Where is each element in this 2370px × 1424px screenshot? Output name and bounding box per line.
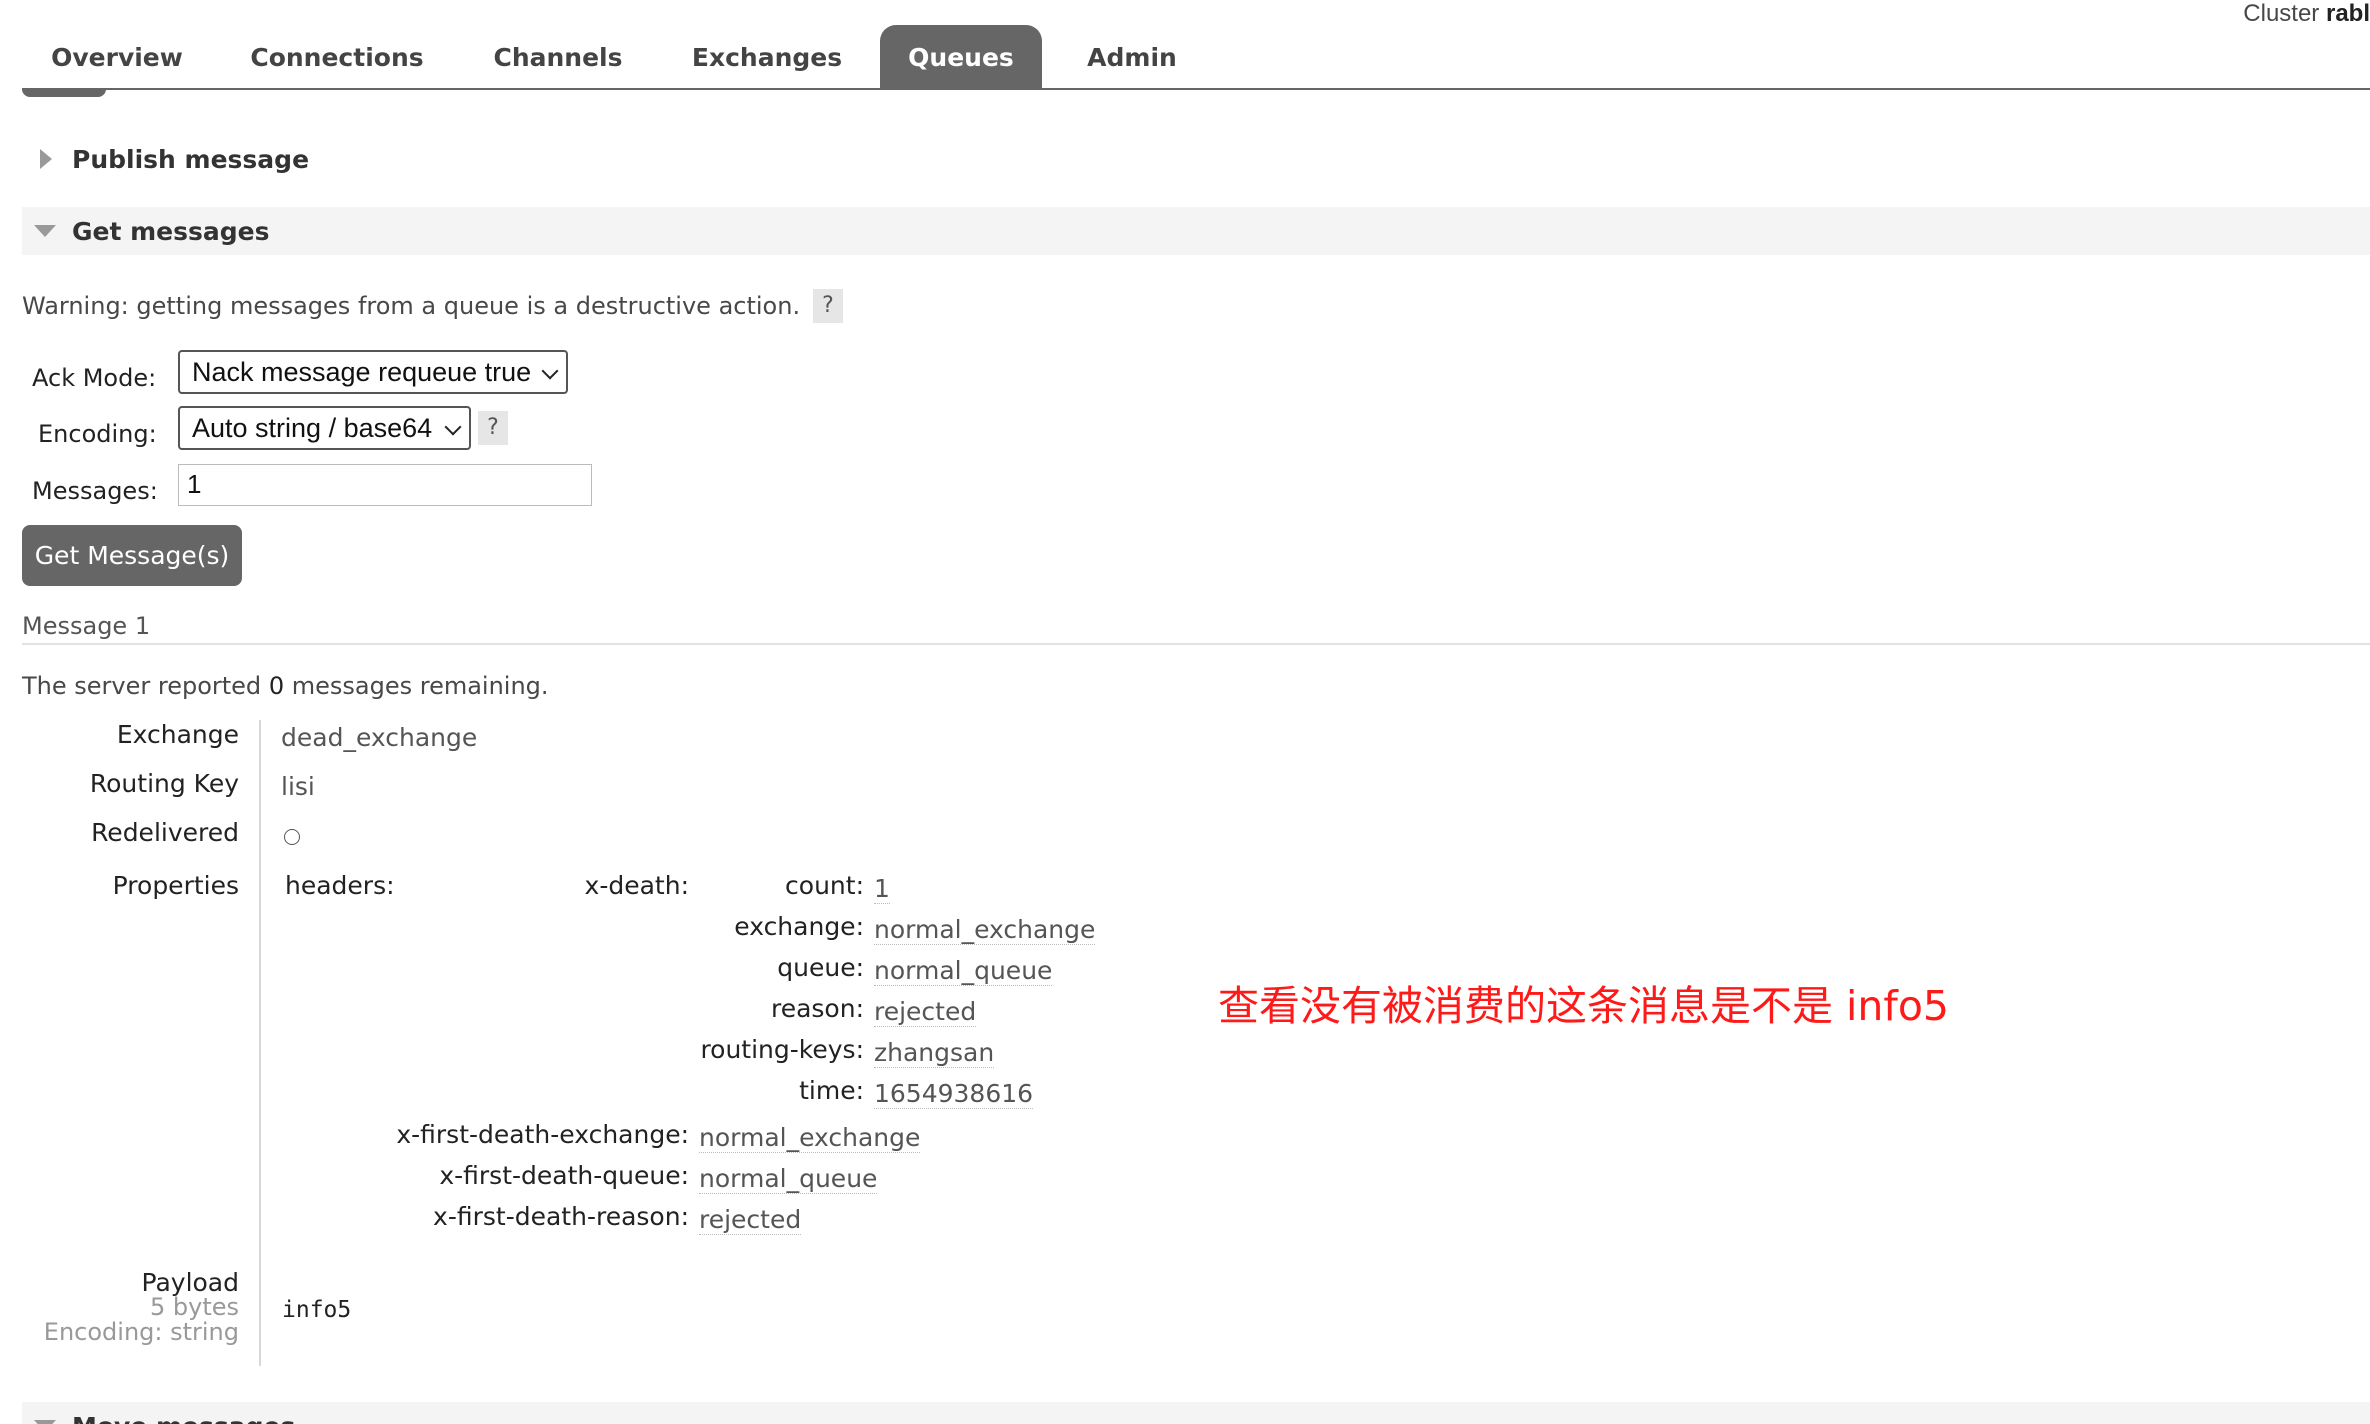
- x-death-time-value: 1654938616: [874, 1079, 1034, 1109]
- tab-exchanges[interactable]: Exchanges: [662, 25, 872, 89]
- section-publish-message[interactable]: Publish message: [22, 135, 2370, 183]
- chevron-down-icon: [444, 418, 462, 436]
- chevron-down-icon: [541, 362, 559, 380]
- remaining-count: 0: [268, 672, 285, 700]
- routing-key-label: Routing Key: [89, 769, 239, 798]
- encoding-label: Encoding:: [38, 420, 157, 448]
- ack-mode-value: Nack message requeue true: [192, 357, 532, 387]
- x-first-death-queue-key: x-first-death-queue:: [439, 1161, 689, 1190]
- messages-count-input[interactable]: 1: [178, 464, 592, 506]
- cluster-name: rabl: [2325, 0, 2370, 27]
- x-death-count-value: 1: [874, 874, 890, 904]
- cluster-prefix: Cluster: [2243, 0, 2320, 27]
- x-death-routing-keys-value: zhangsan: [874, 1038, 995, 1068]
- x-death-reason-value: rejected: [874, 997, 977, 1027]
- section-title: Get messages: [72, 217, 270, 246]
- divider: [22, 643, 2370, 645]
- section-move-messages[interactable]: Move messages: [22, 1402, 2370, 1424]
- encoding-value: Auto string / base64: [192, 413, 433, 443]
- properties-label: Properties: [112, 871, 239, 900]
- ack-mode-label: Ack Mode:: [32, 364, 157, 392]
- encoding-help-button[interactable]: ?: [478, 411, 508, 445]
- x-death-routing-keys-key: routing-keys:: [700, 1035, 864, 1064]
- section-title: Move messages: [72, 1412, 295, 1424]
- x-death-exchange-key: exchange:: [734, 912, 864, 941]
- exchange-value: dead_exchange: [281, 723, 478, 752]
- remaining-info: The server reported 0 messages remaining…: [22, 672, 549, 700]
- tab-queues[interactable]: Queues: [880, 25, 1042, 89]
- details-divider: [259, 720, 261, 1366]
- encoding-select[interactable]: Auto string / base64: [178, 406, 471, 450]
- remaining-suffix: messages remaining.: [291, 672, 549, 700]
- x-death-queue-key: queue:: [777, 953, 864, 982]
- triangle-down-icon: [34, 1420, 56, 1424]
- x-first-death-reason-key: x-first-death-reason:: [433, 1202, 689, 1231]
- headers-label: headers:: [285, 871, 395, 900]
- x-death-time-key: time:: [799, 1076, 864, 1105]
- x-first-death-reason-value: rejected: [699, 1205, 802, 1235]
- ack-mode-select[interactable]: Nack message requeue true: [178, 350, 568, 394]
- tab-admin[interactable]: Admin: [1062, 25, 1202, 89]
- x-death-reason-key: reason:: [770, 994, 864, 1023]
- tab-connections[interactable]: Connections: [222, 25, 452, 89]
- red-annotation: 查看没有被消费的这条消息是不是 info5: [1218, 982, 1950, 1030]
- x-death-label: x-death:: [584, 871, 689, 900]
- routing-key-value: lisi: [281, 772, 315, 801]
- payload-size: 5 bytes: [149, 1293, 239, 1321]
- nav-underline: [22, 88, 2370, 90]
- destructive-warning: Warning: getting messages from a queue i…: [22, 292, 801, 320]
- x-first-death-queue-value: normal_queue: [699, 1164, 878, 1194]
- payload-value: info5: [282, 1297, 352, 1323]
- triangle-right-icon: [40, 149, 52, 169]
- cluster-info: Cluster rabl: [2243, 0, 2370, 28]
- x-first-death-exchange-value: normal_exchange: [699, 1123, 921, 1153]
- x-death-queue-value: normal_queue: [874, 956, 1053, 986]
- exchange-label: Exchange: [116, 720, 239, 749]
- x-death-count-key: count:: [785, 871, 864, 900]
- tab-overview[interactable]: Overview: [22, 25, 212, 89]
- redelivered-indicator: [284, 829, 300, 845]
- tab-channels[interactable]: Channels: [468, 25, 648, 89]
- section-get-messages[interactable]: Get messages: [22, 207, 2370, 255]
- x-death-exchange-value: normal_exchange: [874, 915, 1096, 945]
- warning-help-button[interactable]: ?: [813, 289, 843, 323]
- message-title: Message 1: [22, 612, 151, 640]
- redelivered-label: Redelivered: [91, 818, 239, 847]
- x-first-death-exchange-key: x-first-death-exchange:: [396, 1120, 689, 1149]
- messages-label: Messages:: [32, 477, 158, 505]
- triangle-down-icon: [34, 225, 56, 237]
- section-title: Publish message: [72, 145, 310, 174]
- get-messages-button[interactable]: Get Message(s): [22, 525, 242, 586]
- payload-encoding: Encoding: string: [43, 1318, 239, 1346]
- remaining-prefix: The server reported: [22, 672, 262, 700]
- previous-section-button-edge: [22, 89, 106, 97]
